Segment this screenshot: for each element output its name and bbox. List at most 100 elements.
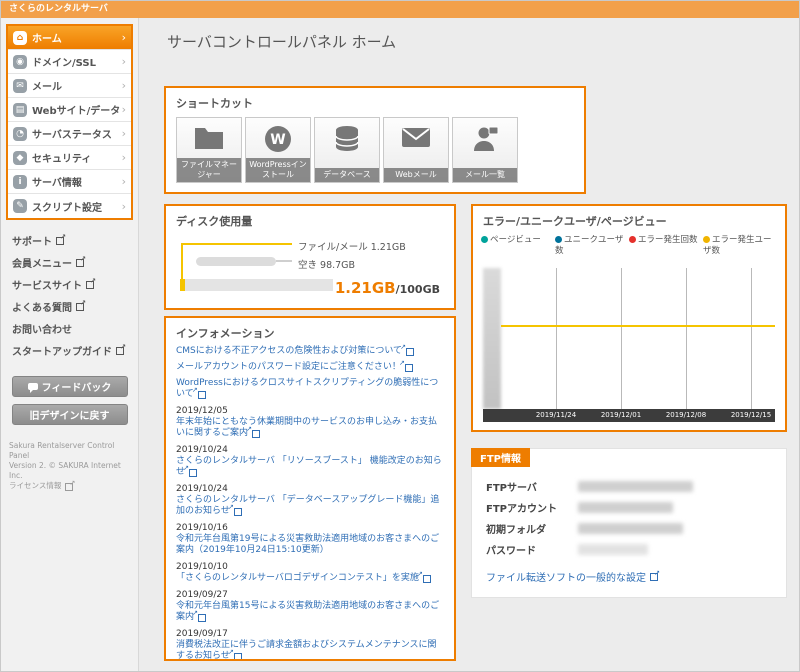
sidebar: ⌂ ホーム › ◉ ドメイン/SSL › ✉ メール › ▤ Webサイト/デー… — [1, 18, 139, 671]
shortcut-mail-list[interactable]: メール一覧 — [452, 117, 518, 183]
sidebar-item-security[interactable]: ◆ セキュリティ › — [8, 146, 131, 170]
disk-free-label: 空き 98.7GB — [298, 257, 355, 271]
security-icon: ◆ — [13, 151, 27, 165]
chevron-right-icon: › — [122, 200, 126, 213]
sidebar-link-label: スタートアップガイド — [12, 343, 112, 358]
speech-bubble-icon — [28, 383, 38, 390]
legend-dot-error-icon — [629, 236, 636, 243]
notice-item: メールアカウントのパスワード設定にご注意ください！ — [176, 362, 444, 373]
chevron-right-icon: › — [122, 103, 126, 116]
shortcut-database[interactable]: データベース — [314, 117, 380, 183]
shortcut-webmail[interactable]: Webメール — [383, 117, 449, 183]
gridline — [686, 268, 687, 409]
news-date: 2019/12/05 — [176, 406, 444, 417]
shortcuts-title: ショートカット — [166, 88, 584, 115]
sidebar-footer: Sakura Rentalserver Control Panel Versio… — [9, 441, 130, 491]
news-link[interactable]: 令和元年台風第15号による災害救助法適用地域のお客さまへのご案内 — [176, 601, 439, 622]
legend-label: ページビュー — [490, 235, 541, 245]
sidebar-item-website-data[interactable]: ▤ Webサイト/データ › — [8, 98, 131, 122]
sidebar-link-contact[interactable]: お問い合わせ — [1, 317, 138, 339]
ftp-row-folder: 初期フォルダ — [472, 518, 786, 539]
sidebar-item-label: ホーム — [32, 30, 62, 45]
script-icon: ✎ — [13, 199, 27, 213]
license-link[interactable]: ライセンス情報 — [9, 481, 75, 491]
sidebar-link-label: 会員メニュー — [12, 255, 72, 270]
news-link[interactable]: さくらのレンタルサーバ 「データベースアップグレード機能」追加のお知らせ — [176, 495, 439, 516]
news-item: 年末年始にともなう休業期間中のサービスのお申し込み・お支払いに関するご案内 — [176, 417, 444, 439]
notice-link[interactable]: CMSにおける不正アクセスの危険性および対策について — [176, 346, 402, 356]
sidebar-link-startup-guide[interactable]: スタートアップガイド — [1, 339, 138, 361]
sidebar-item-domain-ssl[interactable]: ◉ ドメイン/SSL › — [8, 50, 131, 74]
news-item: さくらのレンタルサーバ 「データベースアップグレード機能」追加のお知らせ — [176, 495, 444, 517]
shortcut-label: メール一覧 — [453, 168, 517, 182]
wordpress-icon: W — [246, 125, 310, 157]
ftp-field-label: パスワード — [486, 542, 578, 557]
legend-unique-users: ユニークユーザ数 — [555, 235, 629, 256]
external-link-icon — [76, 302, 86, 311]
shortcuts-panel: ショートカット ファイルマネージャー W WordPressインストール データ… — [164, 86, 586, 194]
gridline — [751, 268, 752, 409]
sidebar-item-server-info[interactable]: i サーバ情報 › — [8, 170, 131, 194]
sidebar-item-home[interactable]: ⌂ ホーム › — [8, 26, 131, 50]
traffic-chart-title: エラー/ユニークユーザ/ページビュー — [473, 206, 785, 233]
folder-icon — [177, 125, 241, 155]
sidebar-item-mail[interactable]: ✉ メール › — [8, 74, 131, 98]
notice-link[interactable]: メールアカウントのパスワード設定にご注意ください！ — [176, 362, 401, 372]
mail-list-icon — [453, 125, 517, 157]
traffic-chart-panel: エラー/ユニークユーザ/ページビュー ページビュー ユニークユーザ数 エラー発生… — [471, 204, 787, 432]
disk-file-label: ファイル/メール 1.21GB — [298, 239, 406, 253]
news-link[interactable]: 年末年始にともなう休業期間中のサービスのお申し込み・お支払いに関するご案内 — [176, 417, 437, 438]
ftp-value-blurred — [578, 481, 693, 492]
sidebar-link-member-menu[interactable]: 会員メニュー — [1, 251, 138, 273]
sidebar-link-faq[interactable]: よくある質問 — [1, 295, 138, 317]
ftp-row-account: FTPアカウント — [472, 497, 786, 518]
chevron-right-icon: › — [122, 55, 126, 68]
sidebar-link-support[interactable]: サポート — [1, 229, 138, 251]
shortcuts-row: ファイルマネージャー W WordPressインストール データベース Webメ… — [166, 115, 584, 185]
news-link[interactable]: 令和元年台風第19号による災害救助法適用地域のお客さまへのご案内（2019年10… — [176, 534, 439, 555]
shortcut-label: データベース — [315, 168, 379, 182]
mail-icon — [384, 125, 448, 153]
news-link[interactable]: さくらのレンタルサーバ 「リソースブースト」 機能改定のお知らせ — [176, 456, 442, 477]
disk-total-value: /100GB — [396, 283, 440, 296]
sidebar-item-label: ドメイン/SSL — [32, 54, 96, 69]
database-icon — [315, 125, 379, 157]
news-link[interactable]: 消費税法改正に伴うご請求金額およびシステムメンテナンスに関するお知らせ — [176, 640, 437, 661]
external-link-icon — [86, 280, 96, 289]
disk-usage-chart: ファイル/メール 1.21GB 空き 98.7GB 1.21GB/100GB — [166, 233, 454, 305]
feedback-button[interactable]: フィードバック — [12, 376, 128, 397]
old-design-button-label: 旧デザインに戻す — [30, 407, 110, 422]
mail-icon: ✉ — [13, 79, 27, 93]
home-icon: ⌂ — [13, 31, 27, 45]
sidebar-item-server-status[interactable]: ◔ サーバステータス › — [8, 122, 131, 146]
old-design-button[interactable]: 旧デザインに戻す — [12, 404, 128, 425]
y-axis-blurred-values — [483, 268, 501, 409]
shortcut-file-manager[interactable]: ファイルマネージャー — [176, 117, 242, 183]
ftp-settings-link[interactable]: ファイル転送ソフトの一般的な設定 — [486, 569, 660, 584]
news-date: 2019/10/24 — [176, 445, 444, 456]
legend-dot-pageview-icon — [481, 236, 488, 243]
legend-errors: エラー発生回数 — [629, 235, 703, 256]
sidebar-item-label: スクリプト設定 — [32, 199, 102, 214]
notice-item: CMSにおける不正アクセスの危険性および対策について — [176, 346, 444, 357]
gridline — [556, 268, 557, 409]
news-item: 「さくらのレンタルサーバロゴデザインコンテスト」を実施 — [176, 573, 444, 584]
svg-text:W: W — [270, 132, 285, 148]
news-item: 令和元年台風第19号による災害救助法適用地域のお客さまへのご案内（2019年10… — [176, 534, 444, 556]
external-link-icon — [65, 482, 75, 491]
sidebar-item-label: メール — [32, 78, 62, 93]
globe-icon: ◉ — [13, 55, 27, 69]
sidebar-link-service-site[interactable]: サービスサイト — [1, 273, 138, 295]
ftp-value-blurred — [578, 523, 683, 534]
shortcut-wordpress-install[interactable]: W WordPressインストール — [245, 117, 311, 183]
sidebar-item-script-settings[interactable]: ✎ スクリプト設定 › — [8, 194, 131, 218]
legend-label: エラー発生ユーザ数 — [703, 235, 772, 256]
sidebar-links: サポート 会員メニュー サービスサイト よくある質問 お問い合わせ スタートアッ… — [1, 229, 138, 361]
status-icon: ◔ — [13, 127, 27, 141]
notice-item: WordPressにおけるクロスサイトスクリプティングの脆弱性について — [176, 378, 444, 400]
information-title: インフォメーション — [166, 318, 454, 345]
legend-pageview: ページビュー — [481, 235, 555, 256]
notice-link[interactable]: WordPressにおけるクロスサイトスクリプティングの脆弱性について — [176, 378, 438, 399]
top-bar: さくらのレンタルサーバ — [1, 1, 799, 18]
news-link[interactable]: 「さくらのレンタルサーバロゴデザインコンテスト」を実施 — [176, 573, 419, 583]
